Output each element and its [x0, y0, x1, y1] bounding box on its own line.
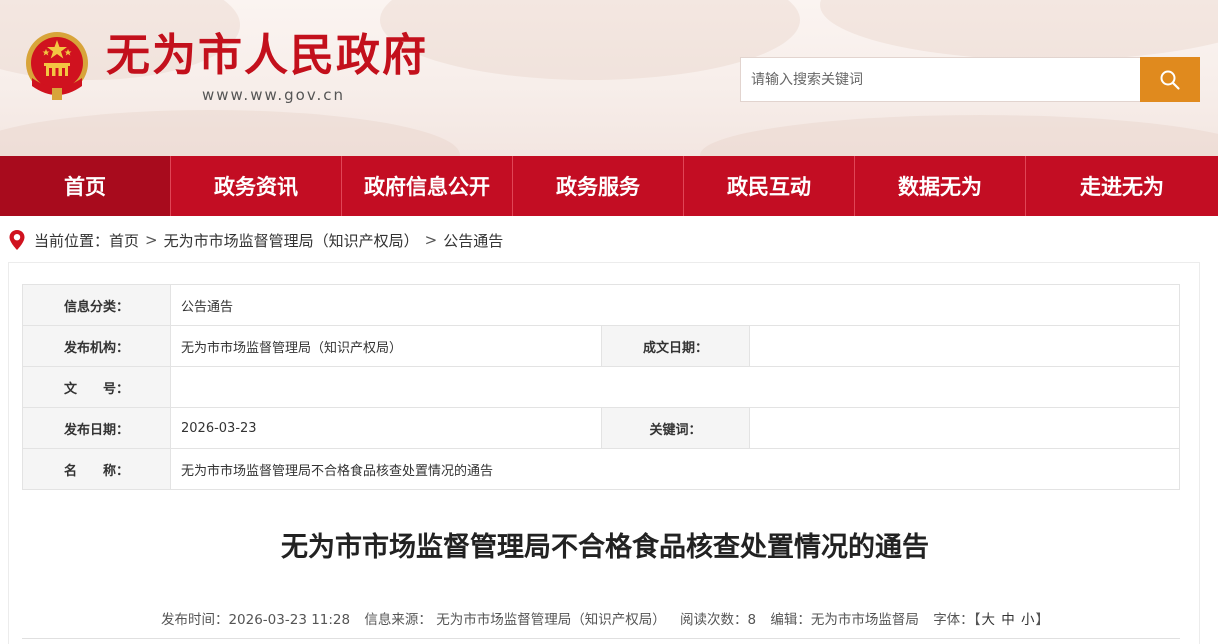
publish-time: 发布时间：2026-03-23 11:28 — [160, 612, 351, 628]
national-emblem-icon[interactable] — [24, 30, 90, 102]
publish-date-value: 2026-03-23 — [170, 407, 602, 449]
cloud-decoration — [700, 115, 1218, 156]
site-url: www.ww.gov.cn — [202, 86, 346, 104]
font-bracket-open: 【 — [973, 612, 981, 628]
search-button[interactable] — [1140, 57, 1200, 102]
font-small-link[interactable]: 小 — [1021, 612, 1035, 628]
font-medium-link[interactable]: 中 — [1001, 612, 1015, 628]
view-count-label: 阅读次数： — [680, 612, 748, 628]
search-icon — [1160, 70, 1180, 90]
info-table: 信息分类： 公告通告 发布机构： 无为市市场监督管理局（知识产权局） 成文日期：… — [22, 284, 1180, 490]
editor: 编辑：无为市市场监督局 — [770, 612, 919, 628]
cloud-decoration — [380, 0, 800, 80]
nav-item-news[interactable]: 政务资讯 — [171, 156, 342, 216]
created-date-label: 成文日期： — [601, 325, 750, 367]
breadcrumb-prefix: 当前位置： — [34, 231, 110, 250]
font-large-link[interactable]: 大 — [981, 612, 995, 628]
breadcrumb-category-link[interactable]: 公告通告 — [443, 230, 503, 251]
nav-item-home[interactable]: 首页 — [0, 156, 171, 216]
category-value: 公告通告 — [170, 284, 1180, 326]
created-date-value — [749, 325, 1180, 367]
nav-item-interaction[interactable]: 政民互动 — [684, 156, 855, 216]
keywords-value — [749, 407, 1180, 449]
main-nav: 首页 政务资讯 政府信息公开 政务服务 政民互动 数据无为 走进无为 — [0, 156, 1218, 216]
table-row: 发布日期： 2026-03-23 关键词： — [22, 407, 1180, 449]
publisher-value: 无为市市场监督管理局（知识产权局） — [170, 325, 602, 367]
article-title: 无为市市场监督管理局不合格食品核查处置情况的通告 — [281, 532, 929, 563]
table-row: 信息分类： 公告通告 — [22, 284, 1180, 326]
view-count-value: 8 — [747, 612, 757, 628]
search-input[interactable] — [740, 57, 1141, 102]
breadcrumb-department-link[interactable]: 无为市市场监督管理局（知识产权局） — [164, 230, 419, 251]
nav-item-info-disclosure[interactable]: 政府信息公开 — [342, 156, 513, 216]
category-label: 信息分类： — [22, 284, 171, 326]
font-bracket-close: 】 — [1035, 612, 1050, 628]
breadcrumb: 当前位置： 首页 > 无为市市场监督管理局（知识产权局） > 公告通告 — [8, 229, 503, 251]
publish-date-label: 发布日期： — [22, 407, 171, 449]
cloud-decoration — [0, 110, 460, 156]
location-pin-icon — [9, 230, 25, 250]
info-source: 信息来源： 无为市市场监督管理局（知识产权局） — [364, 612, 666, 628]
publisher-label: 发布机构： — [22, 325, 171, 367]
breadcrumb-separator: > — [424, 231, 438, 249]
breadcrumb-separator: > — [145, 231, 158, 249]
cloud-decoration — [820, 0, 1218, 60]
font-size-control: 字体：【大 中 小】 — [933, 612, 1049, 628]
nav-item-services[interactable]: 政务服务 — [513, 156, 684, 216]
doc-number-value — [170, 366, 1180, 408]
name-value: 无为市市场监督管理局不合格食品核查处置情况的通告 — [170, 448, 1180, 490]
article-meta: 发布时间：2026-03-23 11:28 信息来源： 无为市市场监督管理局（知… — [9, 608, 1201, 628]
table-row: 发布机构： 无为市市场监督管理局（知识产权局） 成文日期： — [22, 325, 1180, 367]
doc-number-label: 文 号： — [22, 366, 171, 408]
breadcrumb-home-link[interactable]: 首页 — [109, 230, 139, 251]
keywords-label: 关键词： — [601, 407, 750, 449]
site-title[interactable]: 无为市人民政府 — [106, 30, 428, 82]
font-size-label: 字体： — [933, 612, 974, 628]
divider — [22, 638, 1180, 639]
view-count: 阅读次数：8 — [680, 612, 756, 628]
nav-item-about[interactable]: 走进无为 — [1026, 156, 1218, 216]
site-header: 无为市人民政府 www.ww.gov.cn — [0, 0, 1218, 156]
content-area: 信息分类： 公告通告 发布机构： 无为市市场监督管理局（知识产权局） 成文日期：… — [8, 262, 1200, 644]
table-row: 文 号： — [22, 366, 1180, 408]
name-label: 名 称： — [22, 448, 171, 490]
table-row: 名 称： 无为市市场监督管理局不合格食品核查处置情况的通告 — [22, 448, 1180, 490]
nav-item-data[interactable]: 数据无为 — [855, 156, 1026, 216]
